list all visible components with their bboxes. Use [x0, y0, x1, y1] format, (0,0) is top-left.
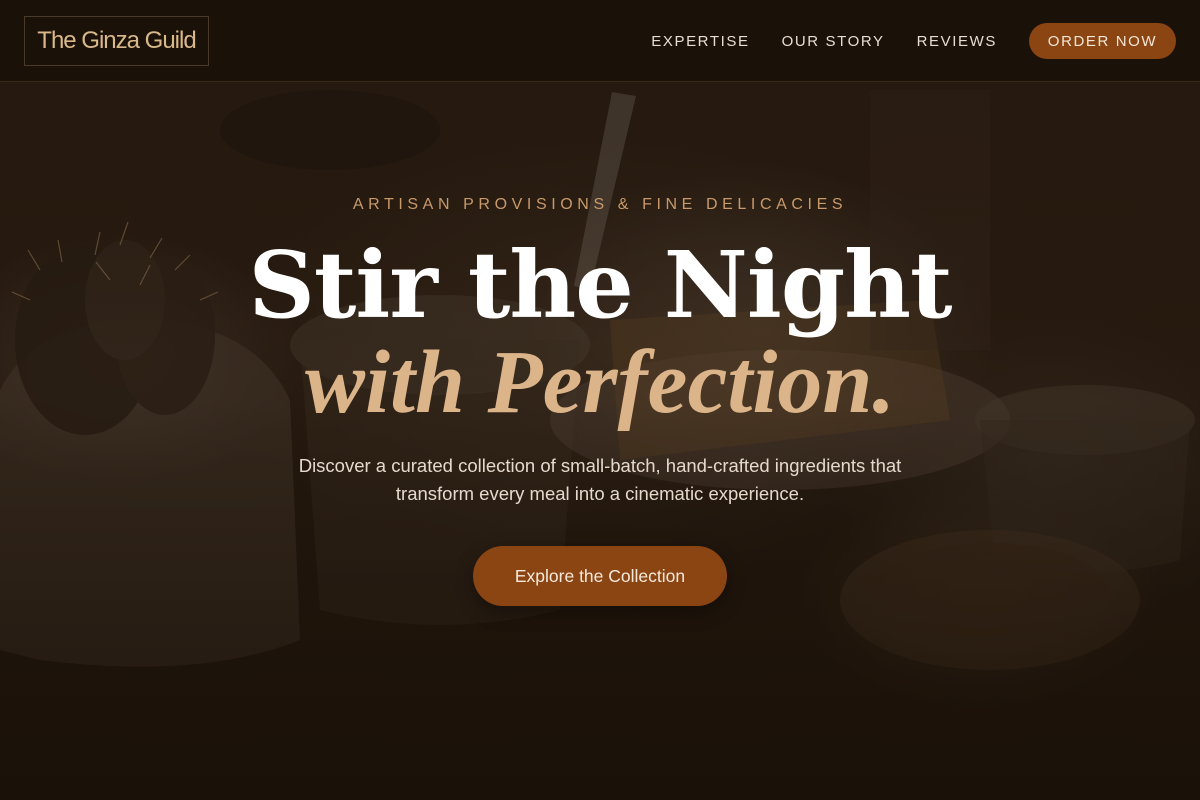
- explore-collection-button[interactable]: Explore the Collection: [473, 546, 727, 606]
- nav-link-reviews[interactable]: REVIEWS: [917, 33, 997, 50]
- site-logo[interactable]: The Ginza Guild: [24, 16, 209, 66]
- hero-title-line2: with Perfection.: [305, 333, 895, 432]
- nav-link-our-story[interactable]: OUR STORY: [782, 33, 885, 50]
- site-header: The Ginza Guild EXPERTISE OUR STORY REVI…: [0, 0, 1200, 82]
- hero-eyebrow: ARTISAN PROVISIONS & FINE DELICACIES: [352, 196, 848, 213]
- hero-title-line1: Stir the Night: [248, 231, 952, 339]
- nav-link-expertise[interactable]: EXPERTISE: [651, 33, 749, 50]
- order-now-button[interactable]: ORDER NOW: [1029, 23, 1176, 59]
- hero-section: ARTISAN PROVISIONS & FINE DELICACIES Sti…: [0, 82, 1200, 800]
- hero-subtitle: Discover a curated collection of small-b…: [298, 455, 902, 504]
- main-nav: EXPERTISE OUR STORY REVIEWS ORDER NOW: [651, 23, 1176, 59]
